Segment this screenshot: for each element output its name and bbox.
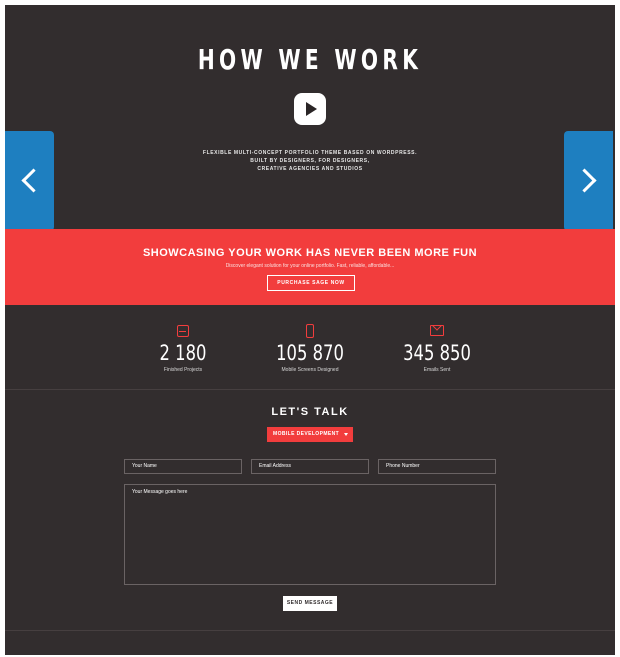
send-message-button[interactable]: SEND MESSAGE <box>283 596 337 611</box>
section-divider <box>5 389 615 390</box>
play-button[interactable] <box>294 93 326 125</box>
chevron-right-icon <box>572 168 597 193</box>
stat-mobile-screens: 105 870 Mobile Screens Designed <box>260 323 360 373</box>
slider-prev-button[interactable] <box>5 131 54 231</box>
caret-down-icon <box>344 433 348 436</box>
stat-finished-projects: 2 180 Finished Projects <box>133 323 233 373</box>
service-select[interactable]: MOBILE DEVELOPMENT <box>267 427 353 442</box>
stat-number: 105 870 <box>276 341 344 365</box>
play-icon <box>306 102 317 116</box>
phone-field[interactable]: Phone Number <box>378 459 496 474</box>
banner-subtitle: Discover elegant solution for your onlin… <box>225 263 395 269</box>
hero-title: HOW WE WORK <box>197 43 423 76</box>
service-select-value: MOBILE DEVELOPMENT <box>273 431 340 437</box>
stat-label: Mobile Screens Designed <box>281 367 339 373</box>
stat-number: 2 180 <box>159 341 207 365</box>
name-field[interactable]: Your Name <box>124 459 242 474</box>
banner-title: SHOWCASING YOUR WORK HAS NEVER BEEN MORE… <box>142 247 478 259</box>
mail-icon <box>430 325 444 336</box>
contact-title: LET'S TALK <box>271 406 349 418</box>
slider-next-button[interactable] <box>564 131 613 231</box>
promo-banner: SHOWCASING YOUR WORK HAS NEVER BEEN MORE… <box>5 229 615 305</box>
hero-tagline: FLEXIBLE MULTI-CONCEPT PORTFOLIO THEME B… <box>5 149 615 173</box>
inbox-icon <box>177 325 189 337</box>
tagline-line-3: CREATIVE AGENCIES AND STUDIOS <box>257 166 363 172</box>
footer-divider <box>5 630 615 631</box>
message-textarea[interactable]: Your Message goes here <box>124 484 496 585</box>
stat-label: Emails Sent <box>423 367 451 373</box>
chevron-left-icon <box>21 168 46 193</box>
stat-label: Finished Projects <box>163 367 203 373</box>
stat-emails-sent: 345 850 Emails Sent <box>387 323 487 373</box>
purchase-button[interactable]: PURCHASE SAGE NOW <box>267 275 355 291</box>
stat-number: 345 850 <box>403 341 471 365</box>
email-field[interactable]: Email Address <box>251 459 369 474</box>
tagline-line-1: FLEXIBLE MULTI-CONCEPT PORTFOLIO THEME B… <box>202 150 418 156</box>
page: HOW WE WORK FLEXIBLE MULTI-CONCEPT PORTF… <box>5 5 615 655</box>
mobile-icon <box>306 324 314 338</box>
stats-section: 2 180 Finished Projects 105 870 Mobile S… <box>5 305 615 389</box>
tagline-line-2: BUILT BY DESIGNERS, FOR DESIGNERS, <box>250 158 370 164</box>
